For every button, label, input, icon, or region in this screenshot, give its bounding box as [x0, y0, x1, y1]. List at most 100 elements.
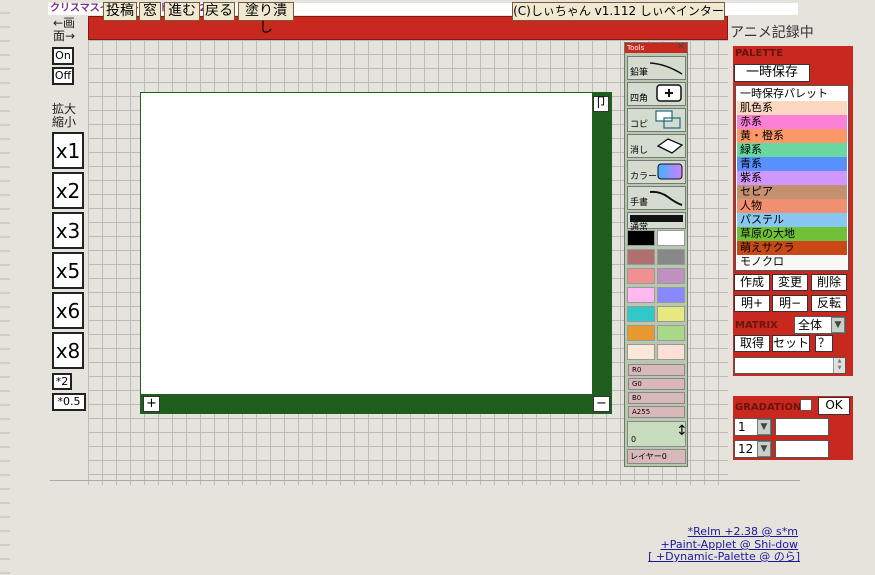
- anime-status: アニメ記録中: [730, 25, 814, 41]
- tool-freehand-label: 手書: [630, 198, 649, 208]
- slider-a[interactable]: A255: [628, 406, 685, 418]
- gradation-select-1[interactable]: 1 ▼: [734, 418, 772, 436]
- zoom-x2-button[interactable]: x2: [52, 172, 84, 209]
- color-swatch[interactable]: [657, 230, 685, 246]
- palette-create-button[interactable]: 作成: [734, 274, 770, 291]
- zoom-mult-2-button[interactable]: *2: [52, 373, 72, 390]
- matrix-select-value: 全体: [798, 318, 823, 332]
- forward-button[interactable]: 進む: [164, 2, 200, 21]
- window-button[interactable]: 窓: [139, 2, 161, 21]
- color-swatch[interactable]: [627, 306, 655, 322]
- zoom-mult-05-button[interactable]: *0.5: [52, 393, 86, 411]
- rect-tool-icon: [656, 84, 682, 102]
- canvas-minus-button[interactable]: −: [593, 396, 610, 412]
- pencil-stroke-icon: [649, 62, 683, 75]
- footer-link-dynamic-palette[interactable]: [ +Dynamic-Palette @ のら]: [560, 551, 800, 563]
- palette-brighter-button[interactable]: 明+: [734, 295, 770, 312]
- color-gradient-icon: [657, 163, 683, 180]
- palette-delete-button[interactable]: 削除: [811, 274, 847, 291]
- size-value: 0: [631, 435, 637, 444]
- matrix-set-button[interactable]: セット: [772, 335, 810, 352]
- color-swatch[interactable]: [657, 325, 685, 341]
- zoom-x5-button[interactable]: x5: [52, 252, 84, 289]
- color-swatch[interactable]: [627, 344, 655, 360]
- palette-list-item[interactable]: 赤系: [737, 115, 847, 129]
- view-on-button[interactable]: On: [52, 47, 74, 65]
- gradation-select-2[interactable]: 12 ▼: [734, 440, 772, 458]
- page-edge-decoration: [0, 0, 10, 575]
- tool-pencil[interactable]: 鉛筆: [627, 56, 686, 80]
- gradation-ok-button[interactable]: OK: [818, 397, 850, 415]
- matrix-help-button[interactable]: ？: [815, 335, 833, 352]
- slider-r[interactable]: R0: [628, 364, 685, 376]
- palette-list-item[interactable]: 肌色系: [737, 101, 847, 115]
- palette-invert-button[interactable]: 反転: [811, 295, 847, 312]
- canvas-plus-button[interactable]: +: [143, 396, 160, 412]
- close-icon[interactable]: ✕: [677, 42, 687, 52]
- footer-link-relm[interactable]: *Relm +2.38 @ s*m: [580, 526, 798, 538]
- tools-panel: Tools ✕ 鉛筆 四角 コピ 消し カラー 手書 通常 R0 G0 B0 A…: [624, 42, 688, 467]
- palette-list-item[interactable]: 一時保存パレット: [737, 87, 847, 101]
- gradation-color-1[interactable]: [775, 418, 829, 436]
- tool-eraser-label: 消し: [630, 146, 649, 156]
- palette-list-item[interactable]: 萌えサクラ: [737, 241, 847, 255]
- tool-freehand[interactable]: 手書: [627, 186, 686, 210]
- palette-darker-button[interactable]: 明−: [772, 295, 808, 312]
- post-button[interactable]: 投稿: [103, 2, 137, 21]
- color-swatch[interactable]: [657, 306, 685, 322]
- palette-list-item[interactable]: 青系: [737, 157, 847, 171]
- zoom-x3-button[interactable]: x3: [52, 212, 84, 249]
- color-swatch[interactable]: [627, 249, 655, 265]
- layer-selector[interactable]: レイヤー0: [627, 449, 686, 464]
- palette-list-item[interactable]: 紫系: [737, 171, 847, 185]
- palette-list-item[interactable]: 緑系: [737, 143, 847, 157]
- gradation-select-1-value: 1: [738, 420, 746, 434]
- color-swatch[interactable]: [627, 268, 655, 284]
- matrix-select[interactable]: 全体 ▼: [794, 316, 846, 334]
- copy-tool-icon: [655, 110, 681, 129]
- color-swatch[interactable]: [627, 230, 655, 246]
- view-off-button[interactable]: Off: [52, 67, 74, 85]
- copyright-button[interactable]: (C)しぃちゃん v1.112 しぃペインター: [512, 2, 725, 21]
- tool-eraser[interactable]: 消し: [627, 134, 686, 158]
- palette-list-item[interactable]: 人物: [737, 199, 847, 213]
- matrix-get-button[interactable]: 取得: [734, 335, 770, 352]
- tool-rect-label: 四角: [630, 94, 649, 104]
- palette-list-item[interactable]: 草原の大地: [737, 227, 847, 241]
- slider-g[interactable]: G0: [628, 378, 685, 390]
- zoom-x8-button[interactable]: x8: [52, 332, 84, 369]
- size-arrows-icon: ↕: [676, 423, 688, 439]
- tool-copy[interactable]: コピ: [627, 108, 686, 132]
- color-swatch[interactable]: [657, 287, 685, 303]
- palette-list-item[interactable]: セピア: [737, 185, 847, 199]
- tool-rect[interactable]: 四角: [627, 82, 686, 106]
- color-swatch[interactable]: [627, 287, 655, 303]
- palette-list-item[interactable]: パステル: [737, 213, 847, 227]
- back-button[interactable]: 戻る: [203, 2, 235, 21]
- tool-color-label: カラー: [630, 172, 658, 182]
- slider-b[interactable]: B0: [628, 392, 685, 404]
- tool-color[interactable]: カラー: [627, 160, 686, 184]
- matrix-textarea[interactable]: ▲ ▼: [734, 357, 846, 374]
- color-swatch[interactable]: [657, 344, 685, 360]
- tool-copy-label: コピ: [630, 120, 649, 130]
- footer-divider: [50, 480, 800, 481]
- palette-list-item[interactable]: 黄・橙系: [737, 129, 847, 143]
- color-swatch[interactable]: [657, 249, 685, 265]
- matrix-label: MATRIX: [735, 320, 778, 331]
- drawing-canvas[interactable]: [141, 93, 592, 394]
- gradation-checkbox[interactable]: [800, 399, 812, 411]
- color-swatch[interactable]: [627, 325, 655, 341]
- flag-button[interactable]: 卩: [593, 96, 609, 112]
- zoom-x1-button[interactable]: x1: [52, 132, 84, 169]
- gradation-label: GRADATION: [735, 402, 802, 413]
- color-swatch[interactable]: [657, 268, 685, 284]
- gradation-color-2[interactable]: [775, 440, 829, 458]
- mode-selector[interactable]: 通常: [627, 212, 686, 233]
- palette-list-item[interactable]: モノクロ: [737, 255, 847, 269]
- fill-button[interactable]: 塗り潰し: [238, 2, 294, 36]
- zoom-x6-button[interactable]: x6: [52, 292, 84, 329]
- temp-save-button[interactable]: 一時保存: [734, 64, 810, 82]
- palette-change-button[interactable]: 変更: [772, 274, 808, 291]
- size-slider[interactable]: 0 ↕: [627, 421, 688, 447]
